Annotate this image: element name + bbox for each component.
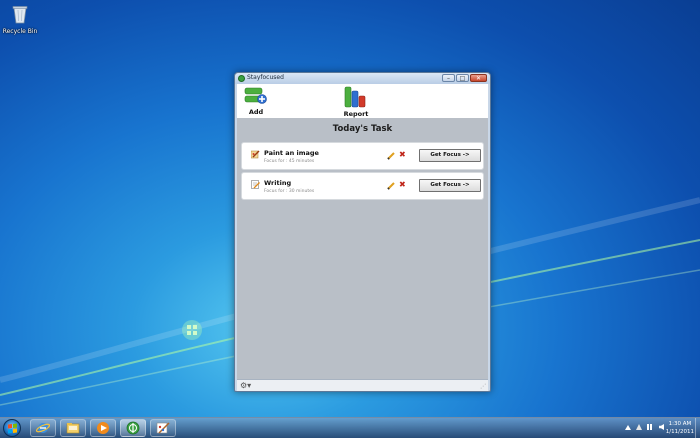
- taskbar-windows-explorer[interactable]: [60, 419, 86, 437]
- maximize-button[interactable]: □: [456, 74, 469, 82]
- close-button[interactable]: ✕: [470, 74, 487, 82]
- recycle-bin-icon: [12, 6, 28, 24]
- task-panel: Today's Task Paint an image Focus for : …: [237, 118, 488, 379]
- report-label: Report: [343, 110, 369, 118]
- media-player-icon: [97, 422, 109, 434]
- taskbar: 1:30 AM 1/11/2011: [0, 417, 700, 438]
- recycle-bin-label: Recycle Bin: [2, 28, 38, 35]
- title-bar[interactable]: Stayfocused – □ ✕: [235, 73, 490, 84]
- taskbar-internet-explorer[interactable]: [30, 419, 56, 437]
- report-button[interactable]: Report: [341, 86, 371, 118]
- action-center-icon[interactable]: [636, 424, 642, 430]
- internet-explorer-icon: [36, 423, 50, 433]
- get-focus-button[interactable]: Get Focus ->: [419, 179, 481, 192]
- system-tray: [625, 424, 664, 430]
- show-desktop-button[interactable]: [695, 418, 700, 438]
- edit-pencil-icon[interactable]: [387, 182, 395, 190]
- task-heading: Today's Task: [332, 124, 393, 134]
- stayfocused-app-icon: [238, 75, 245, 82]
- get-focus-button[interactable]: Get Focus ->: [419, 149, 481, 162]
- windows-flag-icon: [8, 423, 17, 434]
- task-card: Writing Focus for : 30 minutes ✖ Get Foc…: [241, 172, 484, 200]
- task-name: Writing: [264, 179, 292, 187]
- window-title: Stayfocused: [247, 74, 284, 81]
- volume-icon[interactable]: [659, 424, 664, 430]
- clock[interactable]: 1:30 AM 1/11/2011: [666, 420, 694, 436]
- notepad-icon: [251, 180, 260, 189]
- taskbar-media-player[interactable]: [90, 419, 116, 437]
- network-icon[interactable]: [647, 424, 654, 430]
- bar-chart-icon: [344, 86, 366, 108]
- resize-grip-icon[interactable]: ⋰: [480, 383, 486, 390]
- windows-logo-glow: [182, 320, 202, 340]
- stayfocused-window: Stayfocused – □ ✕ Add Report Today's Tas…: [234, 72, 491, 392]
- paint-icon: [156, 422, 170, 434]
- task-card: Paint an image Focus for : 45 minutes ✖ …: [241, 142, 484, 170]
- paintbrush-icon: [251, 150, 260, 159]
- add-label: Add: [248, 108, 264, 116]
- tray-arrow-icon[interactable]: [625, 425, 631, 430]
- window-controls: – □ ✕: [442, 74, 487, 82]
- delete-icon[interactable]: ✖: [399, 150, 406, 160]
- clock-date: 1/11/2011: [665, 429, 694, 435]
- start-button[interactable]: [3, 419, 21, 437]
- edit-pencil-icon[interactable]: [387, 152, 395, 160]
- taskbar-stayfocused[interactable]: [120, 419, 146, 437]
- gear-icon[interactable]: ⚙▾: [240, 381, 251, 390]
- windows-explorer-icon: [66, 423, 80, 434]
- task-name: Paint an image: [264, 149, 319, 157]
- task-duration: Focus for : 30 minutes: [264, 189, 315, 194]
- clock-time: 1:30 AM: [668, 421, 692, 427]
- add-task-icon: [244, 87, 267, 104]
- taskbar-paint[interactable]: [150, 419, 176, 437]
- recycle-bin[interactable]: Recycle Bin: [2, 4, 38, 35]
- add-button[interactable]: Add: [243, 86, 269, 116]
- toolbar: Add Report: [237, 84, 488, 118]
- delete-icon[interactable]: ✖: [399, 180, 406, 190]
- minimize-button[interactable]: –: [442, 74, 455, 82]
- task-duration: Focus for : 45 minutes: [264, 159, 315, 164]
- status-bar: ⚙▾ ⋰: [237, 379, 488, 391]
- stayfocused-icon: [126, 421, 140, 435]
